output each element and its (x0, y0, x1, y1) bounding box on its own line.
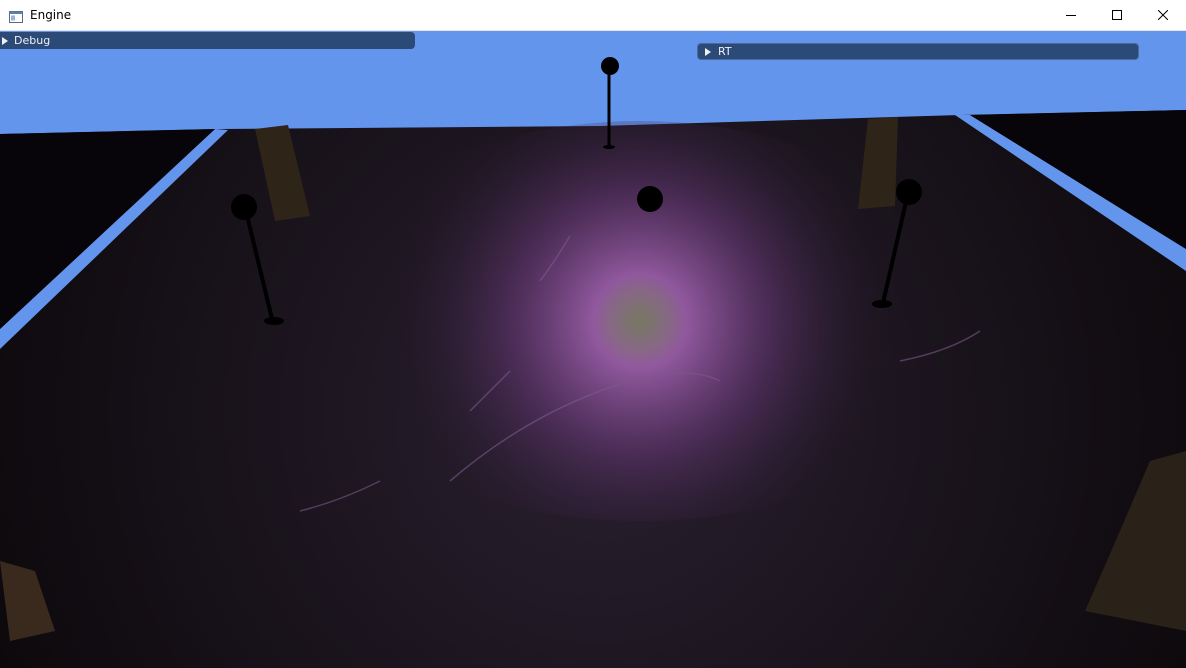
minimize-icon (1066, 10, 1076, 20)
collapse-arrow-icon (705, 47, 711, 56)
collapse-arrow-icon (2, 36, 8, 45)
debug-panel-header[interactable]: Debug (0, 32, 415, 49)
close-icon (1158, 10, 1168, 20)
close-button[interactable] (1140, 0, 1186, 30)
maximize-button[interactable] (1094, 0, 1140, 30)
rt-panel-header[interactable]: RT (697, 43, 1139, 60)
app-window-icon (9, 8, 23, 23)
scene-render (0, 31, 1186, 668)
minimize-button[interactable] (1048, 0, 1094, 30)
rt-panel-label: RT (718, 45, 732, 58)
render-viewport[interactable]: Debug RT (0, 31, 1186, 668)
maximize-icon (1112, 10, 1122, 20)
app-window: Engine Debug RT (0, 0, 1186, 668)
window-title: Engine (30, 8, 72, 22)
light-sphere (637, 186, 663, 212)
debug-panel-label: Debug (14, 34, 51, 47)
title-bar[interactable]: Engine (0, 0, 1186, 31)
